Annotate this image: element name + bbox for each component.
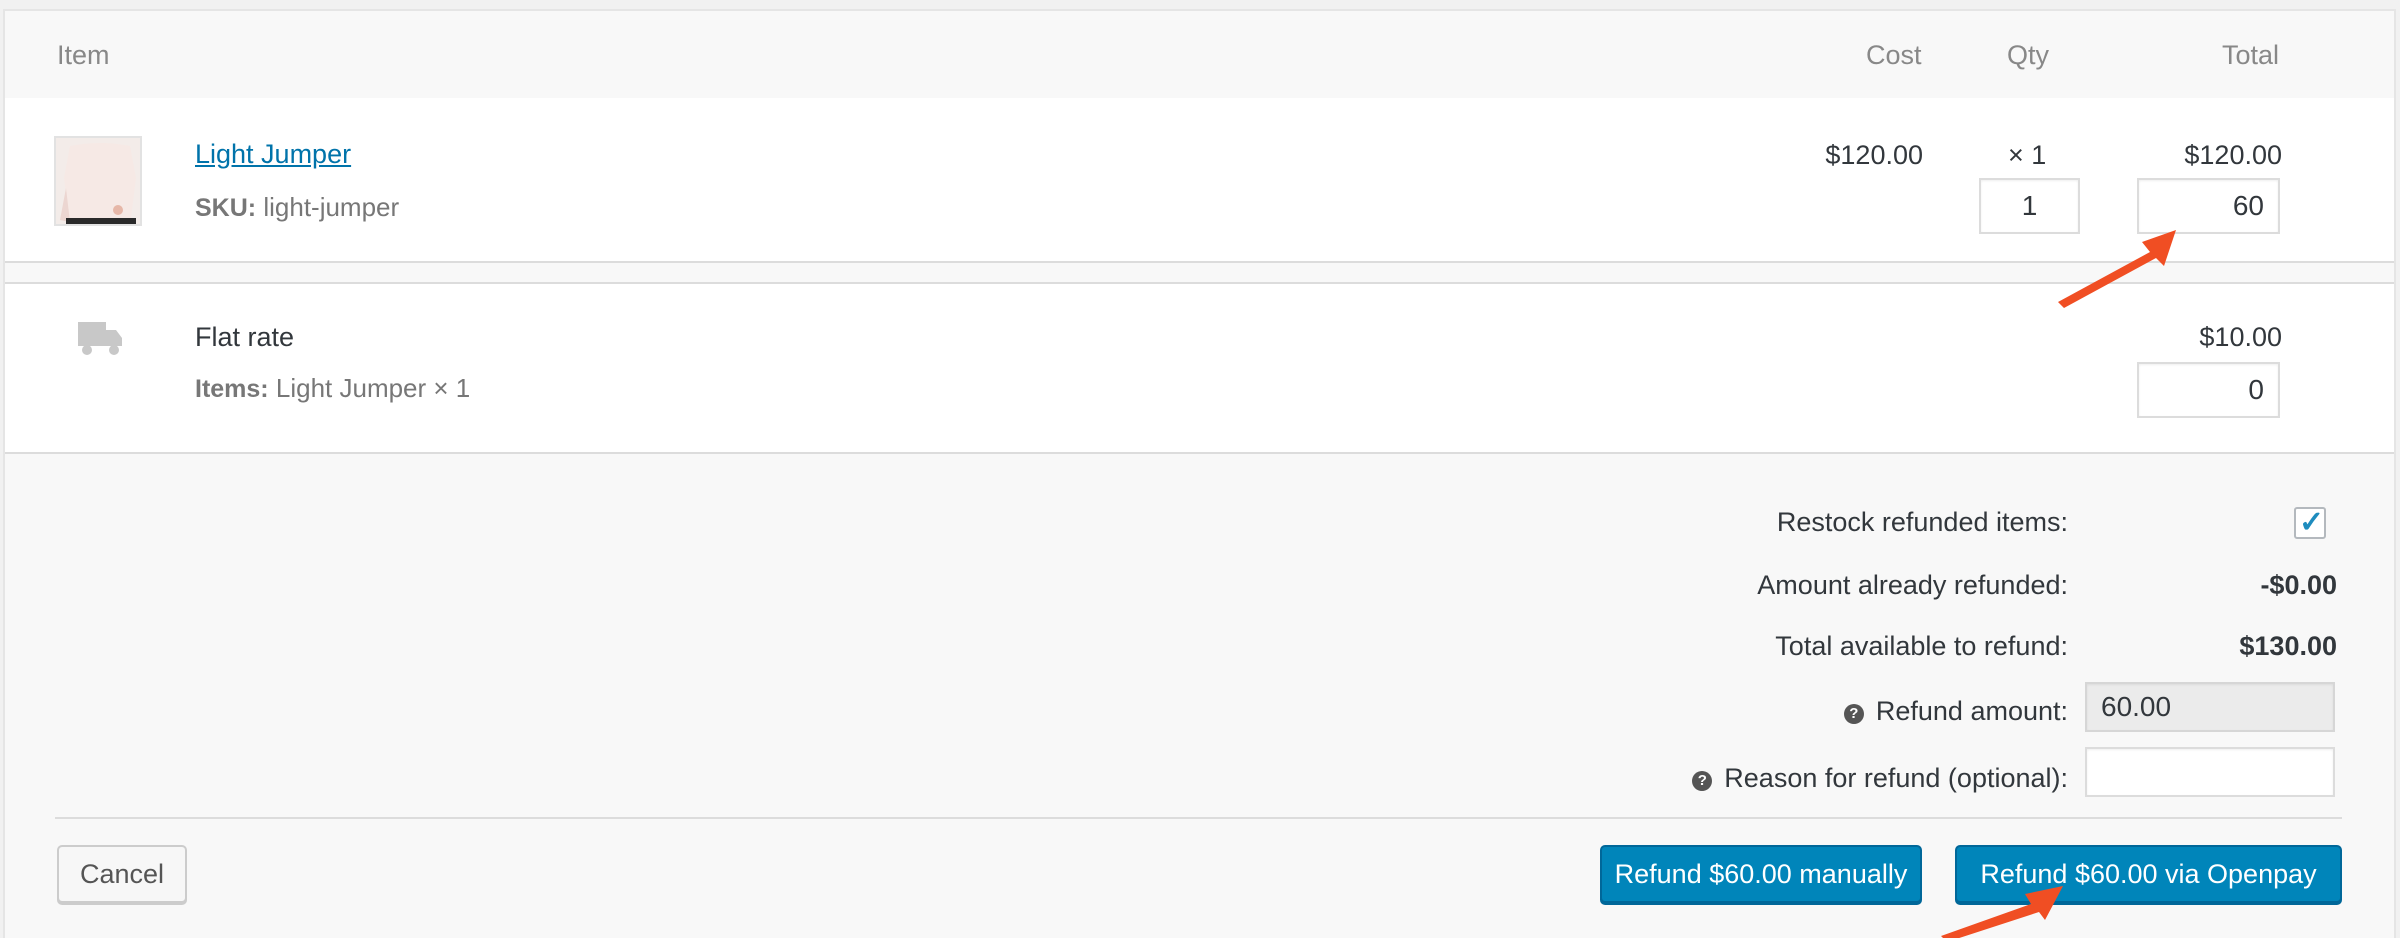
sku-value: light-jumper <box>263 192 400 222</box>
line-item-cost: $120.00 <box>1825 140 1923 170</box>
already-refunded-value: -$0.00 <box>2260 570 2337 600</box>
column-header-item: Item <box>57 40 110 70</box>
shipping-total: $10.00 <box>2199 322 2282 352</box>
line-item-total: $120.00 <box>2184 140 2282 170</box>
truck-icon <box>78 320 122 363</box>
shipping-items-label: Items: <box>195 375 269 403</box>
shipping-items-value: Light Jumper × 1 <box>275 373 471 403</box>
product-link[interactable]: Light Jumper <box>195 139 351 170</box>
annotation-arrow-icon <box>2058 230 2176 308</box>
product-thumbnail <box>54 136 142 226</box>
already-refunded-label: Amount already refunded: <box>1757 570 2068 600</box>
column-header-cost: Cost <box>1866 40 1922 70</box>
shipping-method-name: Flat rate <box>195 322 295 352</box>
line-item-qty: × 1 <box>2008 140 2047 170</box>
help-icon[interactable]: ? <box>1692 771 1713 791</box>
refund-reason-input[interactable] <box>2085 747 2335 797</box>
available-to-refund-value: $130.00 <box>2239 631 2337 661</box>
help-icon[interactable]: ? <box>1843 704 1864 724</box>
annotation-arrow-icon <box>1941 886 2063 938</box>
refund-manually-button[interactable]: Refund $60.00 manually <box>1600 845 1922 903</box>
refund-amount-label: Refund amount: <box>1875 696 2068 726</box>
refund-shipping-total-input[interactable] <box>2137 362 2280 418</box>
column-header-total: Total <box>2222 40 2280 70</box>
divider <box>55 817 2342 819</box>
shipping-row <box>5 282 2394 454</box>
column-header-qty: Qty <box>2007 40 2050 70</box>
refund-reason-label: Reason for refund (optional): <box>1724 763 2068 793</box>
checkmark-icon: ✓ <box>2299 506 2325 539</box>
restock-checkbox[interactable]: ✓ <box>2294 506 2326 539</box>
restock-label: Restock refunded items: <box>1776 507 2068 537</box>
cancel-button[interactable]: Cancel <box>57 845 187 903</box>
refund-reason-row-label: ? Reason for refund (optional): <box>1692 763 2068 794</box>
refund-amount-row-label: ? Refund amount: <box>1843 696 2068 727</box>
sku-label: SKU: <box>195 194 257 222</box>
sku-meta: SKU: light-jumper <box>195 192 399 223</box>
available-to-refund-label: Total available to refund: <box>1775 631 2068 661</box>
refund-amount-input[interactable] <box>2085 682 2335 732</box>
shipping-items-meta: Items: Light Jumper × 1 <box>195 373 470 404</box>
